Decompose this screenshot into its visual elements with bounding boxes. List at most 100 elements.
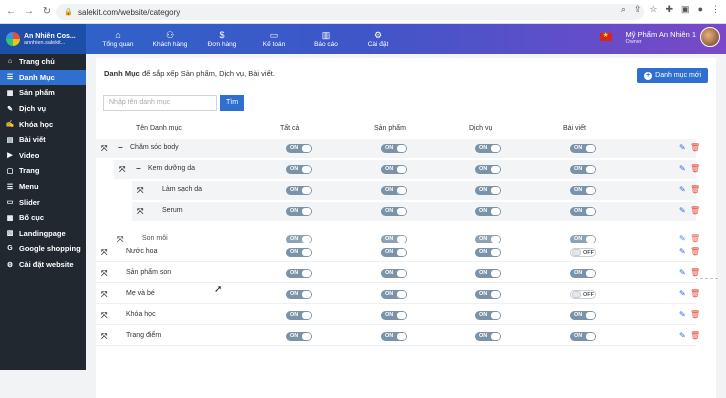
visibility-toggle[interactable]: ON	[475, 165, 501, 174]
visibility-toggle[interactable]: ON	[286, 269, 312, 278]
user-menu[interactable]: Mỹ Phẩm An Nhiên 1 Owner	[599, 27, 720, 47]
edit-icon[interactable]: ✎	[679, 143, 686, 152]
delete-icon[interactable]: 🗑	[690, 331, 700, 340]
sidebar-item[interactable]: ▦ Sản phẩm	[0, 85, 86, 101]
search-input[interactable]: Nhập tên danh mục	[103, 95, 217, 111]
topnav-reports[interactable]: ▥ Báo cáo	[300, 24, 352, 54]
delete-icon[interactable]: 🗑	[690, 310, 700, 319]
visibility-toggle[interactable]: ON	[475, 207, 501, 216]
visibility-toggle[interactable]: ON	[286, 290, 312, 299]
sidebar-item[interactable]: ▤ Bài viết	[0, 132, 86, 148]
delete-icon[interactable]: 🗑	[690, 164, 700, 173]
visibility-toggle[interactable]: ON	[570, 165, 596, 174]
visibility-toggle[interactable]: ON	[286, 186, 312, 195]
sidebar-item[interactable]: ✍ Khóa học	[0, 116, 86, 132]
language-flag-icon[interactable]	[599, 31, 612, 41]
sidebar-item[interactable]: ✎ Dịch vụ	[0, 101, 86, 117]
back-icon[interactable]: ←	[4, 6, 18, 17]
visibility-toggle[interactable]: ON	[475, 269, 501, 278]
visibility-toggle[interactable]: ON	[286, 144, 312, 153]
zoom-icon[interactable]: ⌕	[621, 4, 626, 15]
delete-icon[interactable]: 🗑	[690, 247, 700, 256]
address-bar[interactable]: 🔒 salekit.com/website/category	[56, 4, 644, 20]
sidebar-item[interactable]: ▶ Video	[0, 148, 86, 164]
visibility-toggle[interactable]: ON	[475, 290, 501, 299]
delete-icon[interactable]: 🗑	[690, 143, 700, 152]
visibility-toggle[interactable]: ON	[381, 207, 407, 216]
visibility-toggle[interactable]: ON	[381, 165, 407, 174]
visibility-toggle[interactable]: ON	[570, 207, 596, 216]
visibility-toggle[interactable]: OFF	[570, 290, 596, 299]
more-icon[interactable]: ⋮	[711, 4, 720, 15]
sidebar-item[interactable]: ⚙ Cài đặt website	[0, 257, 86, 273]
add-category-button[interactable]: + Danh mục mới	[637, 68, 708, 83]
edit-icon[interactable]: ✎	[679, 310, 686, 319]
share-icon[interactable]: ⇪	[634, 4, 642, 15]
visibility-toggle[interactable]: ON	[475, 186, 501, 195]
visibility-toggle[interactable]: ON	[570, 186, 596, 195]
visibility-toggle[interactable]: ON	[286, 332, 312, 341]
visibility-toggle[interactable]: ON	[570, 269, 596, 278]
sidebar-item[interactable]: ▢ Trang	[0, 163, 86, 179]
delete-icon[interactable]: 🗑	[690, 268, 700, 277]
edit-icon[interactable]: ✎	[679, 289, 686, 298]
avatar[interactable]	[700, 27, 720, 47]
edit-icon[interactable]: ✎	[679, 206, 686, 215]
brand[interactable]: An Nhiên Cos... annhien.salekit...	[0, 24, 86, 54]
delete-icon[interactable]: 🗑	[690, 289, 700, 298]
visibility-toggle[interactable]: ON	[381, 248, 407, 257]
sidebar-item[interactable]: ☰ Danh Mục	[0, 69, 86, 86]
topnav-settings[interactable]: ⚙ Cài đặt	[352, 24, 404, 54]
sidebar-item[interactable]: ▦ Bố cục	[0, 210, 86, 226]
topnav-overview[interactable]: ⌂ Tổng quan	[92, 24, 144, 54]
delete-icon[interactable]: 🗑	[690, 234, 700, 243]
drag-handle-icon[interactable]: ⤧	[101, 269, 107, 279]
visibility-toggle[interactable]: ON	[381, 144, 407, 153]
visibility-toggle[interactable]: ON	[570, 332, 596, 341]
sidebar-item[interactable]: ☰ Menu	[0, 179, 86, 195]
visibility-toggle[interactable]: ON	[381, 332, 407, 341]
visibility-toggle[interactable]: ON	[381, 269, 407, 278]
visibility-toggle[interactable]: OFF	[570, 248, 596, 257]
topnav-orders[interactable]: $ Đơn hàng	[196, 24, 248, 54]
visibility-toggle[interactable]: ON	[286, 311, 312, 320]
visibility-toggle[interactable]: ON	[381, 290, 407, 299]
edit-icon[interactable]: ✎	[679, 234, 686, 243]
edit-icon[interactable]: ✎	[679, 164, 686, 173]
visibility-toggle[interactable]: ON	[475, 332, 501, 341]
visibility-toggle[interactable]: ON	[381, 186, 407, 195]
search-button[interactable]: Tìm	[220, 95, 244, 111]
collapse-icon[interactable]: −	[136, 164, 141, 173]
star-icon[interactable]: ☆	[649, 4, 657, 15]
edit-icon[interactable]: ✎	[679, 268, 686, 277]
sidebar-item[interactable]: ▭ Slider	[0, 194, 86, 210]
sidebar-item[interactable]: ⌂ Trang chủ	[0, 54, 86, 70]
sidebar-item[interactable]: G Google shopping	[0, 241, 86, 257]
visibility-toggle[interactable]: ON	[475, 311, 501, 320]
sidebar-item[interactable]: ▧ Landingpage	[0, 226, 86, 242]
forward-icon[interactable]: →	[22, 6, 36, 17]
visibility-toggle[interactable]: ON	[286, 207, 312, 216]
drag-handle-icon[interactable]: ⤧	[101, 290, 107, 300]
collapse-icon[interactable]: −	[118, 143, 123, 152]
drag-handle-icon[interactable]: ⤧	[137, 186, 143, 196]
visibility-toggle[interactable]: ON	[570, 144, 596, 153]
visibility-toggle[interactable]: ON	[570, 311, 596, 320]
visibility-toggle[interactable]: ON	[286, 248, 312, 257]
profile-icon[interactable]: ●	[698, 4, 703, 15]
drag-handle-icon[interactable]: ⤧	[101, 144, 107, 154]
topnav-customers[interactable]: ⚇ Khách hàng	[144, 24, 196, 54]
delete-icon[interactable]: 🗑	[690, 185, 700, 194]
sidepanel-icon[interactable]: ▣	[681, 4, 690, 15]
drag-handle-icon[interactable]: ⤧	[137, 207, 143, 217]
reload-icon[interactable]: ↻	[40, 6, 54, 17]
visibility-toggle[interactable]: ON	[286, 165, 312, 174]
visibility-toggle[interactable]: ON	[475, 248, 501, 257]
extensions-icon[interactable]: ✚	[666, 4, 674, 15]
edit-icon[interactable]: ✎	[679, 331, 686, 340]
drag-handle-icon[interactable]: ⤧	[101, 248, 107, 258]
drag-handle-icon[interactable]: ⤧	[101, 311, 107, 321]
delete-icon[interactable]: 🗑	[690, 206, 700, 215]
visibility-toggle[interactable]: ON	[381, 311, 407, 320]
edit-icon[interactable]: ✎	[679, 247, 686, 256]
